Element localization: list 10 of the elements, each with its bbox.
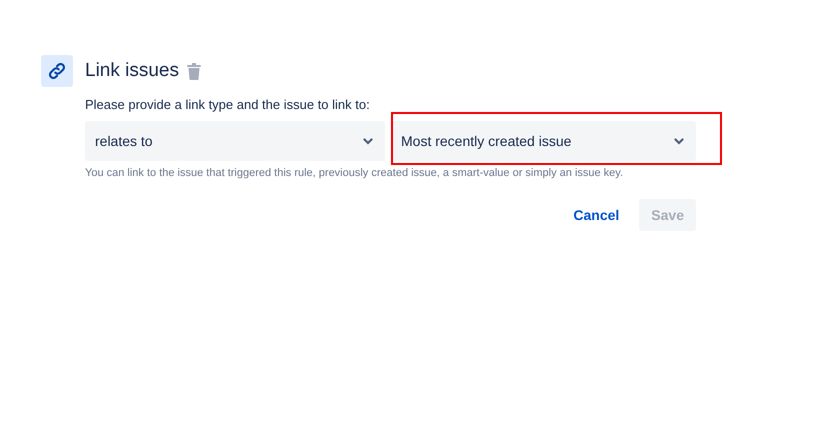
select-field[interactable]: Most recently created issue [391, 121, 696, 161]
helper-text: You can link to the issue that triggered this rule, previously created issue, a smart-value or simply an issue key. [85, 167, 624, 179]
select-field[interactable]: relates to [85, 121, 385, 161]
chevron-icon [363, 138, 373, 144]
cancel-button[interactable]: Cancel [561, 199, 632, 231]
link-icon [41, 55, 73, 87]
instruction-text: Please provide a link type and the issue to link to: [85, 97, 371, 112]
section-title: Link issues [85, 60, 179, 82]
trash-icon[interactable] [187, 62, 201, 80]
chevron-icon [674, 138, 684, 144]
